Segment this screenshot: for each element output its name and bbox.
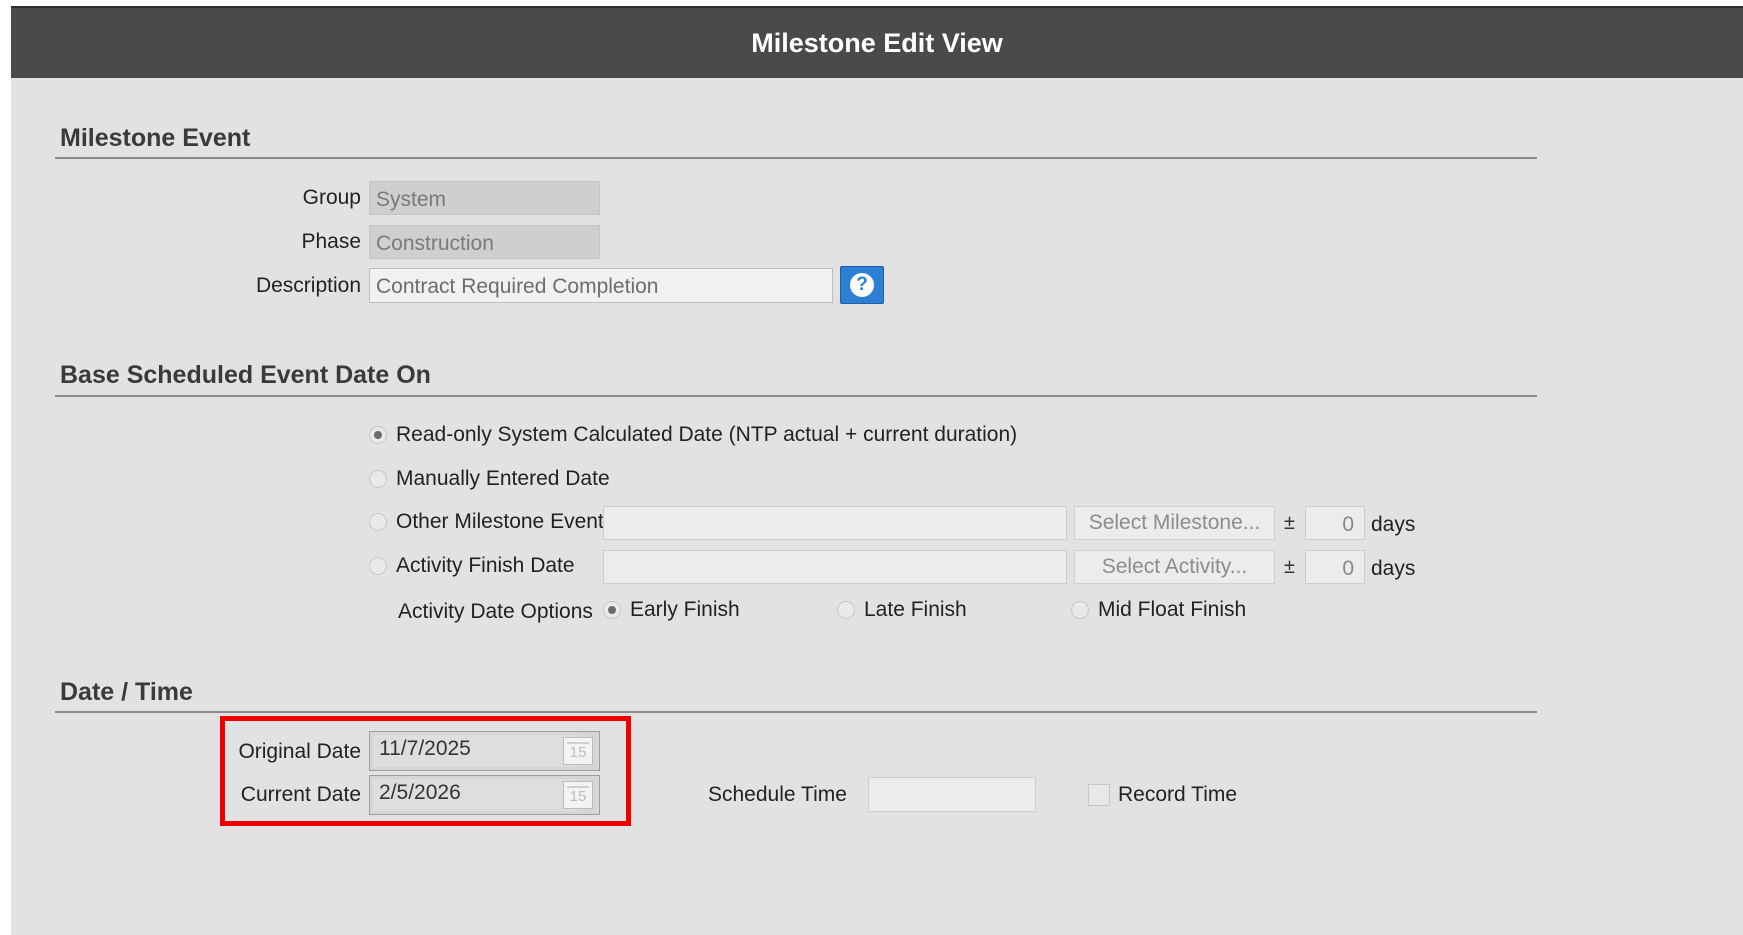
help-icon: ? xyxy=(850,273,874,297)
current-date-input[interactable]: 2/5/2026 xyxy=(373,779,578,811)
phase-label: Phase xyxy=(301,230,361,253)
schedule-time-label: Schedule Time xyxy=(708,783,847,806)
other-milestone-field[interactable] xyxy=(603,506,1067,540)
original-date-input[interactable]: 11/7/2025 xyxy=(373,735,578,767)
calendar-icon[interactable]: 15 xyxy=(563,737,593,765)
group-field[interactable]: System xyxy=(369,181,600,215)
milestone-edit-window: Milestone Edit View Milestone Event Grou… xyxy=(11,6,1743,935)
radio-other-milestone[interactable] xyxy=(369,513,387,531)
description-label: Description xyxy=(255,274,361,297)
group-label: Group xyxy=(302,186,361,209)
help-button[interactable]: ? xyxy=(840,266,884,304)
section-divider xyxy=(55,157,1537,159)
window-title-bar: Milestone Edit View xyxy=(11,6,1743,78)
option-label-manually-entered: Manually Entered Date xyxy=(396,467,610,490)
radio-early-finish[interactable] xyxy=(603,601,621,619)
option-label-activity-finish: Activity Finish Date xyxy=(396,554,575,577)
section-divider xyxy=(55,395,1537,397)
days-unit-label: days xyxy=(1371,557,1416,580)
section-heading-date-time: Date / Time xyxy=(60,678,193,706)
select-milestone-button[interactable]: Select Milestone... xyxy=(1074,506,1275,540)
days-unit-label: days xyxy=(1371,513,1416,536)
schedule-time-input[interactable] xyxy=(868,777,1036,812)
plus-minus-sign: ± xyxy=(1284,512,1295,534)
option-label-early-finish: Early Finish xyxy=(630,598,740,621)
window-title: Milestone Edit View xyxy=(751,27,1003,58)
radio-mid-float-finish[interactable] xyxy=(1071,601,1089,619)
plus-minus-sign: ± xyxy=(1284,556,1295,578)
description-field[interactable]: Contract Required Completion xyxy=(369,268,833,303)
select-activity-button[interactable]: Select Activity... xyxy=(1074,550,1275,584)
original-date-picker[interactable]: 11/7/2025 15 xyxy=(369,731,600,771)
record-time-label: Record Time xyxy=(1118,783,1238,806)
activity-finish-field[interactable] xyxy=(603,550,1067,584)
calendar-icon[interactable]: 15 xyxy=(563,781,593,809)
milestone-offset-days-input[interactable]: 0 xyxy=(1305,506,1365,540)
activity-date-options-label: Activity Date Options xyxy=(398,600,593,623)
radio-activity-finish[interactable] xyxy=(369,557,387,575)
radio-late-finish[interactable] xyxy=(837,601,855,619)
option-label-system-calculated: Read-only System Calculated Date (NTP ac… xyxy=(396,423,1018,446)
radio-system-calculated[interactable] xyxy=(369,426,387,444)
activity-offset-days-input[interactable]: 0 xyxy=(1305,550,1365,584)
section-heading-base-scheduled: Base Scheduled Event Date On xyxy=(60,361,431,389)
record-time-checkbox[interactable] xyxy=(1088,784,1110,806)
original-date-label: Original Date xyxy=(238,740,361,763)
option-label-late-finish: Late Finish xyxy=(864,598,967,621)
section-heading-milestone-event: Milestone Event xyxy=(60,124,251,152)
option-label-other-milestone: Other Milestone Event xyxy=(396,510,604,533)
current-date-picker[interactable]: 2/5/2026 15 xyxy=(369,775,600,815)
current-date-label: Current Date xyxy=(240,783,361,806)
phase-field[interactable]: Construction xyxy=(369,225,600,259)
radio-manually-entered[interactable] xyxy=(369,470,387,488)
option-label-mid-float-finish: Mid Float Finish xyxy=(1098,598,1247,621)
section-divider xyxy=(55,711,1537,713)
